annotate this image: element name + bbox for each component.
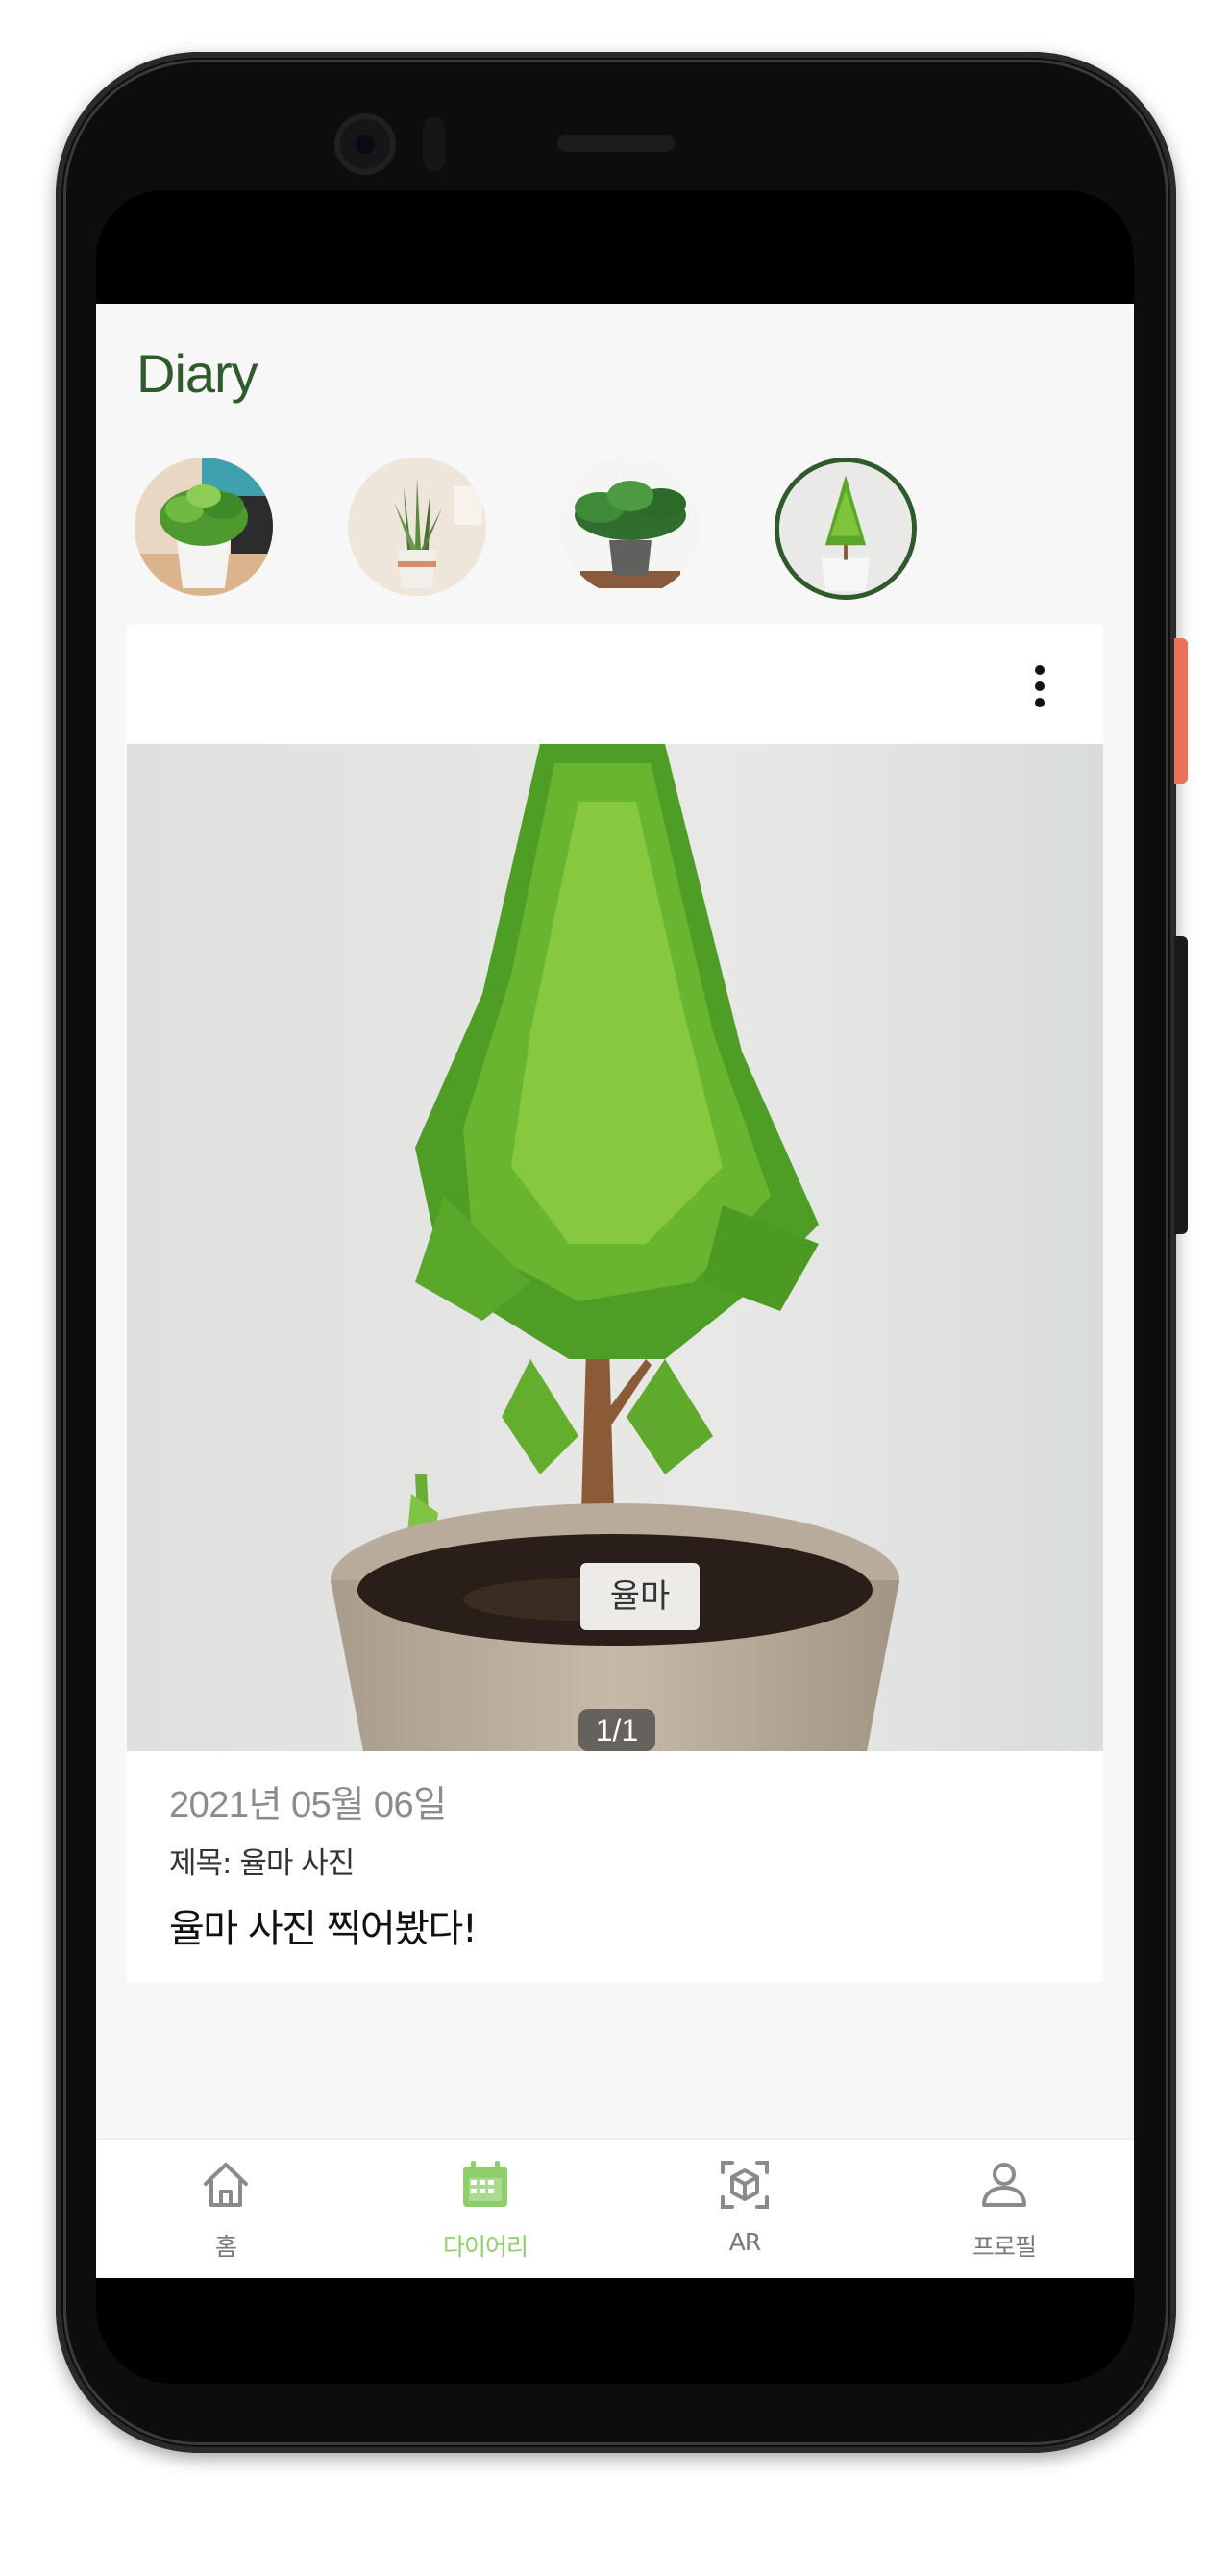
entry-text: 2021년 05월 06일 제목: 율마 사진 율마 사진 찍어봤다! [169, 1774, 1072, 1953]
nav-ar-label: AR [728, 2228, 761, 2256]
nav-diary-label: 다이어리 [442, 2233, 529, 2261]
pot-name-tag: 율마 [610, 1577, 671, 1616]
entry-photo-image: 율마 [127, 744, 1103, 1751]
more-options-button[interactable] [1011, 657, 1069, 715]
home-icon [200, 2159, 252, 2211]
plant-avatar-2-image [348, 458, 486, 596]
plant-avatar-2[interactable] [348, 458, 486, 596]
plant-avatar-4-selected[interactable] [775, 458, 917, 600]
bottom-navigation: 홈 다이어리 AR 프로필 [96, 2138, 1134, 2278]
photo-page-indicator: 1/1 [578, 1709, 655, 1751]
plant-selector [96, 448, 1134, 602]
more-vertical-icon [1035, 665, 1045, 675]
nav-ar[interactable]: AR [615, 2140, 874, 2278]
phone-screen: Diary 율마 1/1 2021년 05월 06일 제목: 율마 사진 율마 … [96, 190, 1134, 2384]
volume-button [1174, 936, 1188, 1234]
plant-avatar-4-image [779, 462, 912, 595]
nav-home-label: 홈 [214, 2233, 237, 2261]
calendar-icon [459, 2159, 511, 2211]
ar-cube-icon [719, 2159, 771, 2211]
nav-profile[interactable]: 프로필 [874, 2140, 1134, 2278]
page-title: Diary [136, 343, 258, 404]
diary-app: Diary 율마 1/1 2021년 05월 06일 제목: 율마 사진 율마 … [96, 304, 1134, 2278]
proximity-sensor [423, 117, 446, 171]
device-frame-stage: Diary 율마 1/1 2021년 05월 06일 제목: 율마 사진 율마 … [0, 0, 1230, 2576]
entry-date: 2021년 05월 06일 [169, 1785, 447, 1825]
profile-icon [978, 2159, 1030, 2211]
plant-avatar-3-image [561, 458, 700, 596]
diary-entry-card: 율마 1/1 2021년 05월 06일 제목: 율마 사진 율마 사진 찍어봤… [127, 625, 1103, 1982]
power-button [1174, 638, 1188, 784]
entry-body: 율마 사진 찍어봤다! [169, 1907, 478, 1951]
earpiece-speaker [557, 135, 675, 152]
plant-avatar-1-image [135, 458, 273, 596]
app-header: Diary [96, 304, 1134, 448]
entry-toolbar [127, 625, 1103, 744]
entry-photo[interactable]: 율마 1/1 [127, 744, 1103, 1751]
plant-avatar-1[interactable] [135, 458, 273, 596]
entry-title: 제목: 율마 사진 [169, 1846, 355, 1881]
plant-avatar-3[interactable] [561, 458, 700, 596]
more-vertical-icon-dot-3 [1035, 698, 1045, 707]
nav-home[interactable]: 홈 [96, 2140, 356, 2278]
nav-diary[interactable]: 다이어리 [356, 2140, 615, 2278]
front-camera [334, 113, 396, 175]
nav-profile-label: 프로필 [972, 2233, 1037, 2261]
more-vertical-icon-dot-2 [1035, 681, 1045, 691]
